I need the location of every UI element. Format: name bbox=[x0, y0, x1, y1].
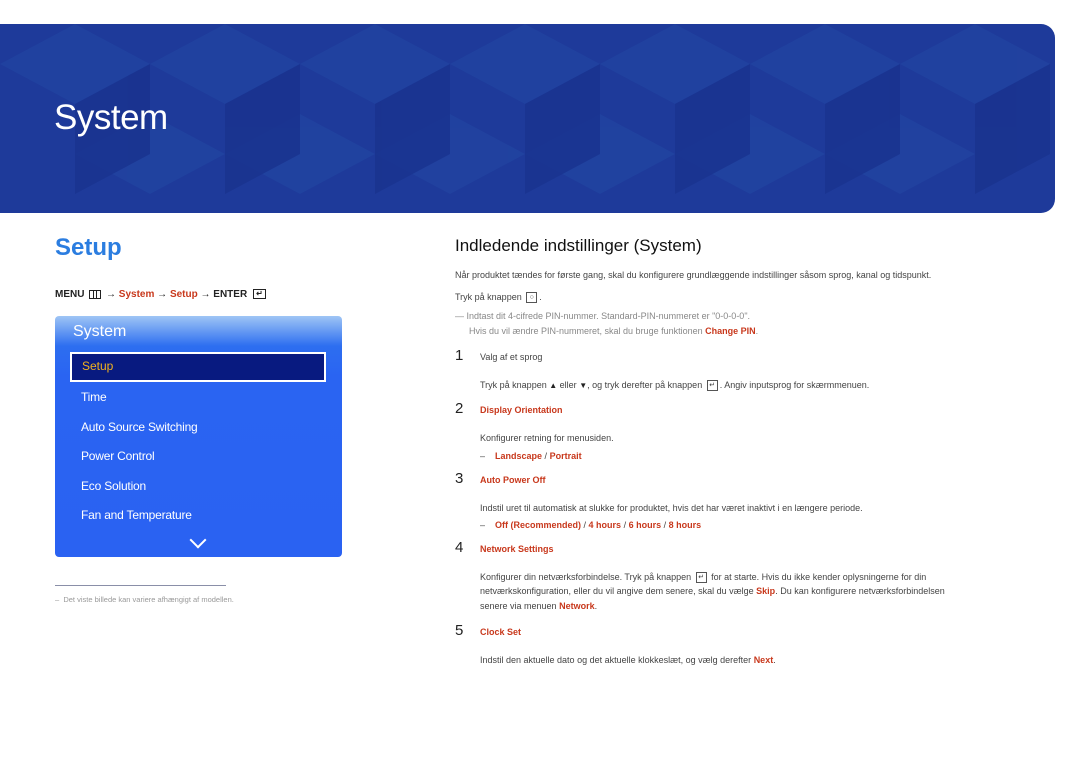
option: 4 hours bbox=[588, 520, 622, 530]
text: for at starte. Hvis du ikke kender oplys… bbox=[711, 572, 927, 582]
step-desc-line: Konfigurer din netværksforbindelse. Tryk… bbox=[480, 572, 927, 584]
skip-link: Skip bbox=[756, 586, 776, 596]
intro-text: Når produktet tændes for første gang, sk… bbox=[455, 270, 932, 280]
option: Landscape bbox=[495, 451, 543, 461]
power-button-icon: ○ bbox=[526, 292, 538, 304]
arrow: → bbox=[157, 289, 168, 300]
osd-item-eco-solution[interactable]: Eco Solution bbox=[81, 479, 146, 493]
footnote-text: Det viste billede kan variere afhængigt … bbox=[63, 595, 234, 604]
step-desc: Indstil uret til automatisk at slukke fo… bbox=[480, 503, 863, 513]
step-desc: Indstil den aktuelle dato og det aktuell… bbox=[480, 655, 776, 665]
note-text: Hvis du vil ændre PIN-nummeret, skal du … bbox=[469, 326, 703, 336]
chevron-down-icon[interactable] bbox=[189, 531, 207, 549]
text: , og tryk derefter på knappen bbox=[587, 380, 703, 390]
option: 6 hours bbox=[628, 520, 662, 530]
step-number: 1 bbox=[455, 347, 464, 364]
step-desc-line: netværkskonfiguration, eller du vil angi… bbox=[480, 586, 945, 596]
down-arrow-icon: ▼ bbox=[579, 381, 588, 390]
osd-title: System bbox=[73, 323, 127, 340]
up-arrow-icon: ▲ bbox=[549, 381, 558, 390]
step-number: 3 bbox=[455, 470, 464, 487]
step-desc: Konfigurer retning for menusiden. bbox=[480, 433, 614, 443]
note-text: Indtast dit 4-cifrede PIN-nummer. Standa… bbox=[466, 311, 751, 321]
section-title: Setup bbox=[55, 234, 122, 261]
path-setup: Setup bbox=[169, 289, 198, 300]
osd-item-time[interactable]: Time bbox=[81, 390, 107, 404]
step-title: Auto Power Off bbox=[480, 475, 546, 485]
osd-menu-panel: System Setup Time Auto Source Switching … bbox=[55, 316, 342, 557]
pin-note-1: — Indtast dit 4-cifrede PIN-nummer. Stan… bbox=[455, 311, 751, 321]
step-title: Network Settings bbox=[480, 544, 554, 554]
step-number: 5 bbox=[455, 622, 464, 639]
pin-note-2: Hvis du vil ændre PIN-nummeret, skal du … bbox=[469, 326, 759, 336]
menu-grid-icon bbox=[89, 289, 102, 299]
option: Portrait bbox=[549, 451, 582, 461]
step-number: 2 bbox=[455, 400, 464, 417]
text: . Angiv inputsprog for skærmmenuen. bbox=[719, 380, 870, 390]
text: netværkskonfiguration, eller du vil angi… bbox=[480, 586, 754, 596]
step-desc: Tryk på knappen ▲ eller ▼, og tryk deref… bbox=[480, 380, 870, 392]
osd-item-power-control[interactable]: Power Control bbox=[81, 449, 155, 463]
step-title: Display Orientation bbox=[480, 405, 563, 415]
footnote-divider bbox=[55, 585, 226, 586]
enter-icon: ↵ bbox=[706, 380, 718, 392]
menu-path: MENU → System → Setup → ENTER ↵ bbox=[55, 289, 266, 300]
main-heading: Indledende indstillinger (System) bbox=[455, 236, 702, 255]
osd-item-label: Setup bbox=[82, 359, 114, 373]
step-title: Clock Set bbox=[480, 627, 522, 637]
banner-title: System bbox=[54, 98, 168, 137]
option-list: – Landscape / Portrait bbox=[480, 451, 582, 461]
path-system: System bbox=[118, 289, 155, 300]
enter-icon: ↵ bbox=[695, 572, 707, 584]
step-number: 4 bbox=[455, 539, 464, 556]
change-pin-link: Change PIN bbox=[705, 326, 756, 336]
text: Konfigurer din netværksforbindelse. Tryk… bbox=[480, 572, 692, 582]
osd-item-setup-selected[interactable]: Setup bbox=[70, 352, 326, 382]
enter-icon: ↵ bbox=[252, 289, 266, 300]
arrow: → bbox=[106, 289, 117, 300]
text: Tryk på knappen bbox=[480, 380, 547, 390]
option: Off (Recommended) bbox=[495, 520, 582, 530]
footnote: – Det viste billede kan variere afhængig… bbox=[55, 595, 234, 604]
option: 8 hours bbox=[668, 520, 702, 530]
osd-item-fan-and-temperature[interactable]: Fan and Temperature bbox=[81, 508, 192, 522]
osd-item-auto-source-switching[interactable]: Auto Source Switching bbox=[81, 420, 198, 434]
header-banner: System bbox=[0, 24, 1055, 213]
option-list: – Off (Recommended) / 4 hours / 6 hours /… bbox=[480, 520, 702, 530]
text: eller bbox=[559, 380, 577, 390]
enter-label: ENTER bbox=[213, 289, 248, 300]
arrow: → bbox=[200, 289, 211, 300]
text: Indstil den aktuelle dato og det aktuell… bbox=[480, 655, 752, 665]
step-desc-line: senere via menuen Network. bbox=[480, 601, 598, 611]
press-text: Tryk på knappen bbox=[455, 292, 522, 302]
network-link: Network bbox=[559, 601, 595, 611]
menu-label: MENU bbox=[55, 289, 85, 300]
text: . Du kan konfigurere netværksforbindelse… bbox=[775, 586, 945, 596]
text: senere via menuen bbox=[480, 601, 557, 611]
next-link: Next bbox=[753, 655, 774, 665]
step-title: Valg af et sprog bbox=[480, 352, 543, 362]
press-line: Tryk på knappen ○. bbox=[455, 292, 542, 304]
